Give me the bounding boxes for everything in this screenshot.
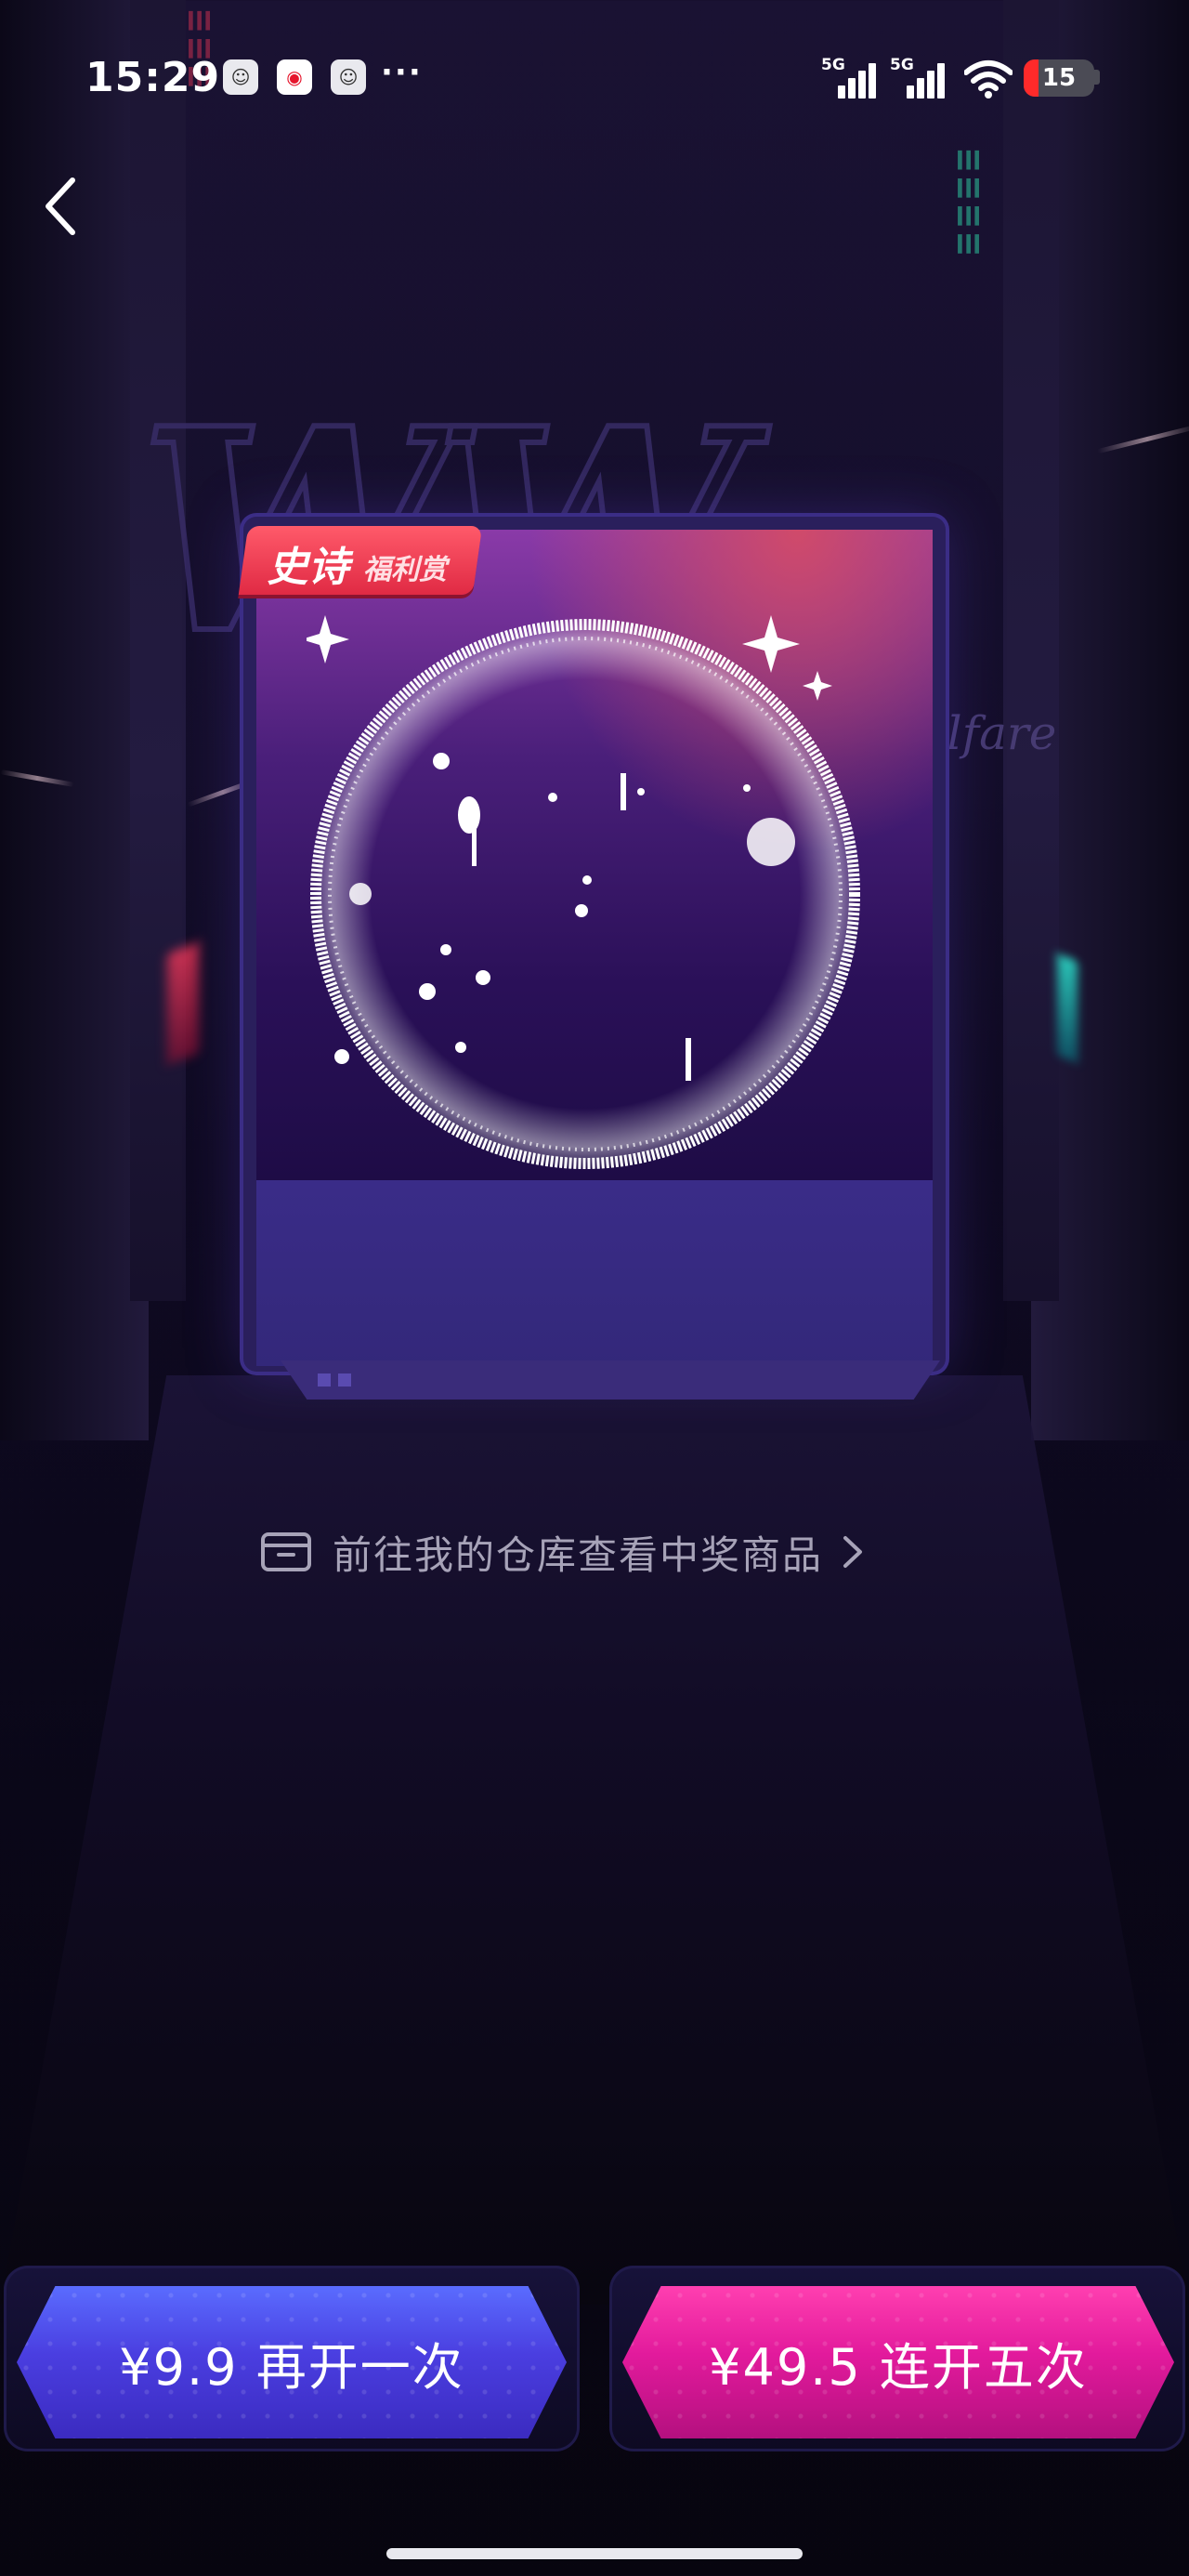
open-once-label: ¥9.9 再开一次 [119,2337,464,2397]
card-base [281,1360,940,1400]
cellular-signal-icon: 5G [821,56,877,99]
card-info-area [256,1180,933,1366]
app-notification-icon: ☺ [223,59,258,95]
home-indicator[interactable] [386,2548,803,2559]
action-bar: ¥9.9 再开一次 ¥49.5 连开五次 [0,2249,1189,2463]
chevron-left-icon [46,177,75,235]
background-pillar [1003,0,1059,1301]
status-time: 15:29 [85,54,221,101]
rarity-sublabel: 福利赏 [363,554,448,586]
pixel-sphere-artwork [307,615,860,1169]
box-icon [261,1532,311,1571]
battery-level: 15 [1041,64,1077,92]
warehouse-link[interactable]: 前往我的仓库查看中奖商品 [0,1519,1189,1584]
open-five-label: ¥49.5 连开五次 [709,2337,1088,2397]
neon-light [167,942,199,1065]
cellular-signal-icon: 5G [890,56,946,99]
open-five-button[interactable]: ¥49.5 连开五次 [622,2286,1174,2438]
battery-icon: 15 [1024,59,1094,97]
chevron-right-icon [843,1536,863,1568]
status-bar: 15:29 ☺ ◉ ☺ ··· 5G 5G 15 [0,0,1189,158]
neon-light [1057,953,1078,1063]
prize-card[interactable]: 史诗 福利赏 [238,517,946,1400]
neon-sign: ≡≡≡≡ [947,149,990,261]
battery-cap [1094,70,1100,85]
app-notification-icon: ☺ [331,59,366,95]
wifi-icon [964,60,1013,99]
background-floor [0,1375,1189,2305]
rarity-label: 史诗 [267,544,349,591]
rarity-badge: 史诗 福利赏 [238,526,483,595]
warehouse-link-label: 前往我的仓库查看中奖商品 [333,1531,824,1578]
open-once-button[interactable]: ¥9.9 再开一次 [17,2286,567,2438]
back-button[interactable] [30,167,95,242]
more-notifications-icon: ··· [381,54,423,91]
weibo-icon: ◉ [277,59,312,95]
